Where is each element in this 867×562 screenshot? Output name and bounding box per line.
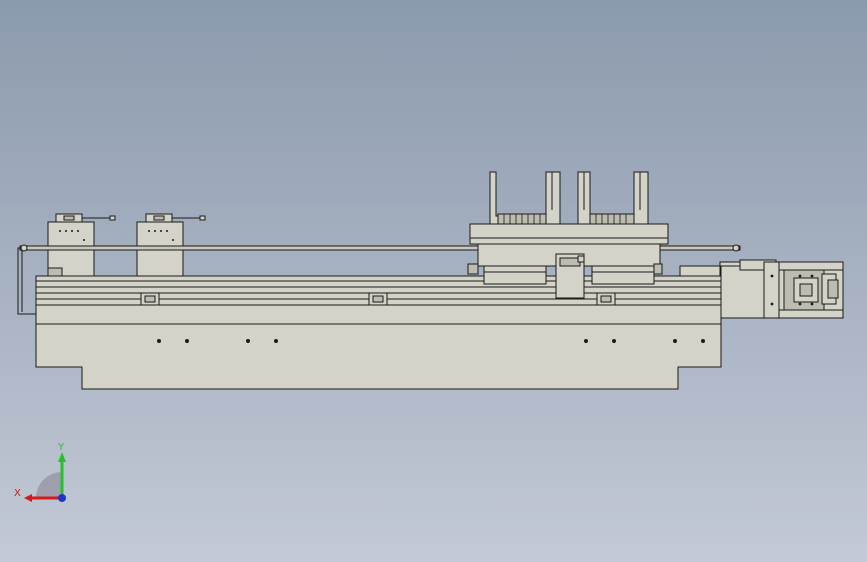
gripper-finger bbox=[545, 171, 561, 225]
cad-viewport[interactable]: X Y bbox=[0, 0, 867, 562]
triad-origin-arc bbox=[36, 472, 62, 498]
carriage bbox=[467, 171, 669, 299]
gripper-finger bbox=[633, 171, 649, 225]
y-axis-label: Y bbox=[57, 442, 65, 453]
base-plate bbox=[35, 323, 722, 390]
sensor-block-right bbox=[136, 213, 206, 277]
gripper-jaw-row bbox=[497, 213, 635, 225]
rail-clamp bbox=[140, 292, 160, 306]
sensor-block-left bbox=[47, 213, 116, 277]
gripper-finger bbox=[577, 171, 591, 225]
coordinate-triad: X Y bbox=[14, 442, 66, 502]
rail-clamp bbox=[368, 292, 388, 306]
x-axis-label: X bbox=[14, 488, 21, 499]
rail-clamp bbox=[596, 292, 616, 306]
linear-module-drawing bbox=[17, 171, 844, 390]
servo-motor bbox=[770, 261, 844, 319]
left-end-bracket bbox=[17, 247, 36, 315]
z-axis-dot bbox=[58, 494, 66, 502]
